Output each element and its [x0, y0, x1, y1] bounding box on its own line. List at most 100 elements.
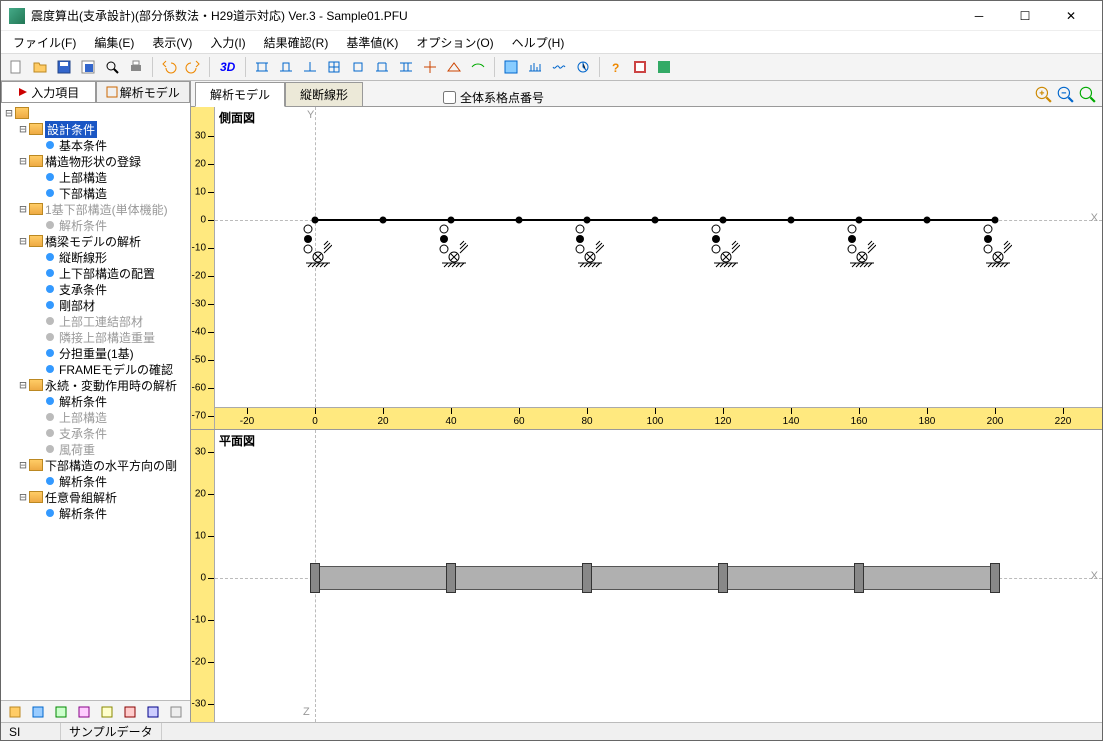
- zoom-out-icon[interactable]: [1056, 85, 1074, 103]
- struct-icon-3[interactable]: [299, 56, 321, 78]
- tree-node[interactable]: 上部工連結部材: [3, 313, 188, 329]
- menu-input[interactable]: 入力(I): [202, 32, 253, 53]
- preview-icon[interactable]: [101, 56, 123, 78]
- calc-icon-4[interactable]: [572, 56, 594, 78]
- tree-node[interactable]: ⊟永続・変動作用時の解析: [3, 377, 188, 393]
- struct-icon-4[interactable]: [323, 56, 345, 78]
- tree-node[interactable]: 下部構造: [3, 185, 188, 201]
- axis-x-label-plan: X: [1091, 570, 1098, 582]
- tree-node[interactable]: 解析条件: [3, 217, 188, 233]
- saveas-icon[interactable]: [77, 56, 99, 78]
- tree-node[interactable]: 上下部構造の配置: [3, 265, 188, 281]
- tree-node[interactable]: 解析条件: [3, 393, 188, 409]
- plan-canvas[interactable]: X Z: [215, 430, 1102, 722]
- menu-file[interactable]: ファイル(F): [5, 32, 84, 53]
- beam-node: [652, 217, 659, 224]
- menu-edit[interactable]: 編集(E): [86, 32, 142, 53]
- sidebar-tab-input-label: 入力項目: [31, 84, 79, 101]
- sidefoot-icon-2[interactable]: [28, 701, 49, 723]
- sidefoot-icon-6[interactable]: [119, 701, 140, 723]
- checkbox-global-nodes-input[interactable]: [443, 91, 456, 104]
- minimize-button[interactable]: ─: [956, 2, 1002, 30]
- tree-node[interactable]: ⊟下部構造の水平方向の剛: [3, 457, 188, 473]
- tree-node[interactable]: 隣接上部構造重量: [3, 329, 188, 345]
- tree-node[interactable]: ⊟構造物形状の登録: [3, 153, 188, 169]
- status-unit: SI: [1, 723, 61, 740]
- tree-node[interactable]: 剛部材: [3, 297, 188, 313]
- plan-pier: [582, 563, 592, 593]
- tab-profile[interactable]: 縦断線形: [285, 82, 363, 107]
- tree-node[interactable]: 解析条件: [3, 473, 188, 489]
- support-symbol: [842, 223, 876, 274]
- tree-node[interactable]: 基本条件: [3, 137, 188, 153]
- zoom-fit-icon[interactable]: [1078, 85, 1096, 103]
- struct-icon-8[interactable]: [419, 56, 441, 78]
- svg-text:?: ?: [612, 61, 619, 75]
- zoom-in-icon[interactable]: [1034, 85, 1052, 103]
- struct-icon-6[interactable]: [371, 56, 393, 78]
- calc-icon-1[interactable]: [500, 56, 522, 78]
- info-icon[interactable]: [629, 56, 651, 78]
- sidefoot-icon-8[interactable]: [165, 701, 186, 723]
- struct-icon-9[interactable]: [443, 56, 465, 78]
- struct-icon-2[interactable]: [275, 56, 297, 78]
- menu-standard[interactable]: 基準値(K): [338, 32, 406, 53]
- sidefoot-icon-3[interactable]: [51, 701, 72, 723]
- side-view[interactable]: 3020100-10-20-30-40-50-60-70 側面図 Y X -20…: [191, 107, 1102, 429]
- redo-icon[interactable]: [182, 56, 204, 78]
- tree-node[interactable]: ⊟1基下部構造(単体機能): [3, 201, 188, 217]
- struct-icon-7[interactable]: [395, 56, 417, 78]
- open-icon[interactable]: [29, 56, 51, 78]
- tree-node[interactable]: 風荷重: [3, 441, 188, 457]
- toolbar: 3D ?: [1, 53, 1102, 81]
- save-icon[interactable]: [53, 56, 75, 78]
- tree-node[interactable]: 上部構造: [3, 169, 188, 185]
- struct-icon-5[interactable]: [347, 56, 369, 78]
- support-symbol: [298, 223, 332, 274]
- tree-node[interactable]: ⊟任意骨組解析: [3, 489, 188, 505]
- sidefoot-icon-5[interactable]: [97, 701, 118, 723]
- beam-node: [380, 217, 387, 224]
- new-icon[interactable]: [5, 56, 27, 78]
- app-icon: [9, 8, 25, 24]
- tree-node[interactable]: 上部構造: [3, 409, 188, 425]
- tree-node[interactable]: ⊟設計条件: [3, 121, 188, 137]
- horizontal-ruler: -20020406080100120140160180200220: [215, 407, 1102, 429]
- struct-icon-1[interactable]: [251, 56, 273, 78]
- sidebar-tab-model[interactable]: 解析モデル: [96, 81, 191, 102]
- struct-icon-10[interactable]: [467, 56, 489, 78]
- tree-node[interactable]: ⊟橋梁モデルの解析: [3, 233, 188, 249]
- menu-option[interactable]: オプション(O): [408, 32, 501, 53]
- tree-node[interactable]: ⊟: [3, 105, 188, 121]
- tree-node[interactable]: 支承条件: [3, 425, 188, 441]
- sidefoot-icon-4[interactable]: [74, 701, 95, 723]
- maximize-button[interactable]: ☐: [1002, 2, 1048, 30]
- 3d-button[interactable]: 3D: [215, 56, 240, 78]
- tree-node[interactable]: 解析条件: [3, 505, 188, 521]
- menu-view[interactable]: 表示(V): [144, 32, 200, 53]
- help-icon[interactable]: ?: [605, 56, 627, 78]
- sidefoot-icon-1[interactable]: [5, 701, 26, 723]
- sidefoot-icon-7[interactable]: [142, 701, 163, 723]
- sidebar: 入力項目 解析モデル ⊟⊟設計条件基本条件⊟構造物形状の登録上部構造下部構造⊟1…: [1, 81, 191, 722]
- tree-node[interactable]: 縦断線形: [3, 249, 188, 265]
- side-canvas[interactable]: Y X: [215, 107, 1102, 407]
- checkbox-global-nodes[interactable]: 全体系格点番号: [443, 89, 544, 106]
- close-button[interactable]: ✕: [1048, 2, 1094, 30]
- status-file: サンプルデータ: [61, 723, 162, 740]
- sidebar-tab-input[interactable]: 入力項目: [1, 81, 96, 102]
- plan-pier: [854, 563, 864, 593]
- print-icon[interactable]: [125, 56, 147, 78]
- tree-node[interactable]: 分担重量(1基): [3, 345, 188, 361]
- plan-view[interactable]: 3020100-10-20-30 平面図 X Z: [191, 429, 1102, 722]
- about-icon[interactable]: [653, 56, 675, 78]
- tree-node[interactable]: 支承条件: [3, 281, 188, 297]
- calc-icon-3[interactable]: [548, 56, 570, 78]
- tree-view[interactable]: ⊟⊟設計条件基本条件⊟構造物形状の登録上部構造下部構造⊟1基下部構造(単体機能)…: [1, 103, 190, 700]
- calc-icon-2[interactable]: [524, 56, 546, 78]
- menu-help[interactable]: ヘルプ(H): [504, 32, 573, 53]
- menu-result[interactable]: 結果確認(R): [256, 32, 337, 53]
- tree-node[interactable]: FRAMEモデルの確認: [3, 361, 188, 377]
- tab-model[interactable]: 解析モデル: [195, 82, 285, 107]
- undo-icon[interactable]: [158, 56, 180, 78]
